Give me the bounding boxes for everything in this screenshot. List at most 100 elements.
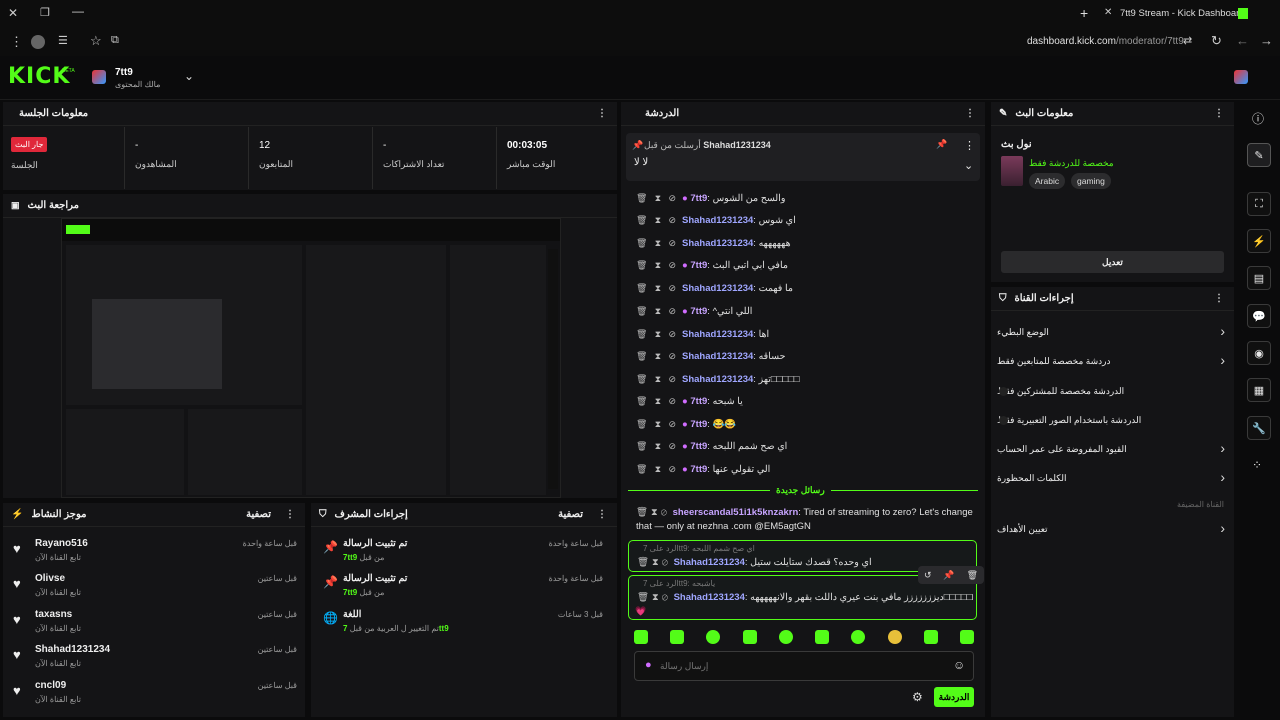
kebab-icon[interactable]: ⋮ xyxy=(597,509,607,520)
action-goals[interactable]: تعيين الأهداف › xyxy=(997,520,1225,540)
chat-message[interactable]: 🗑 ⧗ ⊘ ● 7tt9: اي صح شمم اللبحه xyxy=(636,437,976,455)
kebab-icon[interactable]: ⋮ xyxy=(597,108,607,119)
filter-button[interactable]: تصفية xyxy=(558,509,583,520)
message-action-bar[interactable]: ↺ 📌 🗑 xyxy=(918,566,984,584)
chat-username[interactable]: 7tt9 xyxy=(690,193,707,204)
chat-username[interactable]: Shahad1231234 xyxy=(682,215,753,226)
chat-username[interactable]: sheerscandal51i1k5knzakrn xyxy=(673,507,799,518)
extension-icon[interactable]: ⧉ xyxy=(111,34,119,47)
message-tools[interactable]: 🗑⧗⊘ xyxy=(636,464,682,475)
emote-icon[interactable] xyxy=(851,630,866,644)
chat-username[interactable]: Shahad1231234 xyxy=(682,374,753,385)
new-tab-icon[interactable]: + xyxy=(1080,5,1088,21)
emote-icon[interactable] xyxy=(634,630,648,644)
message-tools[interactable]: 🗑⧗⊘ xyxy=(636,283,682,294)
chat-message[interactable]: 🗑 ⧗ ⊘ ● 7tt9: ^اللي انتي xyxy=(636,302,976,320)
message-tools[interactable]: 🗑⧗⊘ xyxy=(637,592,671,603)
emote-icon[interactable] xyxy=(923,630,938,644)
chat-username[interactable]: Shahad1231234 xyxy=(674,557,745,568)
chat-message[interactable]: 🗑 ⧗ ⊘ Shahad1231234: ما فهمت xyxy=(636,279,976,297)
chevron-down-icon[interactable]: ⌄ xyxy=(964,159,973,172)
chat-bubble-icon[interactable]: 💬 xyxy=(1247,304,1271,328)
minimize-icon[interactable]: — xyxy=(72,4,84,18)
info-icon[interactable]: ⓘ xyxy=(1252,110,1264,127)
chat-message[interactable]: 🗑 ⧗ ⊘ Shahad1231234: اي شوس xyxy=(636,211,976,229)
message-tools[interactable]: 🗑⧗⊘ xyxy=(636,306,682,317)
chat-message[interactable]: 🗑 ⧗ ⊘ Shahad1231234: ههههههه xyxy=(636,234,976,252)
message-tools[interactable]: 🗑⧗⊘ xyxy=(636,441,682,452)
reload-icon[interactable]: ↻ xyxy=(1211,33,1222,49)
site-settings-icon[interactable]: ⇄ xyxy=(1183,34,1192,47)
edit-stream-button[interactable]: تعديل xyxy=(1001,251,1224,273)
kebab-icon[interactable]: ⋮ xyxy=(1214,293,1224,304)
action-banned-words[interactable]: الكلمات المحظورة › xyxy=(997,469,1225,489)
chat-username[interactable]: Shahad1231234 xyxy=(682,351,753,362)
category-name[interactable]: مخصصة للدردشة فقط xyxy=(1029,158,1114,169)
message-tools[interactable]: 🗑⧗⊘ xyxy=(636,374,682,385)
mod-user[interactable]: 7tt9 xyxy=(343,553,357,562)
profile-icon[interactable] xyxy=(31,35,45,49)
activity-name[interactable]: Olivse xyxy=(35,573,65,584)
chat-input[interactable] xyxy=(660,656,922,676)
chat-username[interactable]: Shahad1231234 xyxy=(682,329,753,340)
chat-message[interactable]: 🗑 ⧗ ⊘ Shahad1231234: اها xyxy=(636,325,976,343)
chat-username[interactable]: 7tt9 xyxy=(690,419,707,430)
restore-icon[interactable]: ❐ xyxy=(40,6,50,19)
message-tools[interactable]: 🗑⧗⊘ xyxy=(636,329,682,340)
unpin-icon[interactable]: 📌 xyxy=(936,139,947,150)
forward-icon[interactable]: → xyxy=(1260,33,1273,48)
action-slow-mode[interactable]: الوضع البطيء › xyxy=(997,323,1225,343)
close-icon[interactable]: ✕ xyxy=(8,6,18,20)
mod-user[interactable]: 7tt9 xyxy=(343,588,357,597)
message-tools[interactable]: 🗑⧗⊘ xyxy=(637,557,671,568)
chat-username[interactable]: 7tt9 xyxy=(690,306,707,317)
tab-search-icon[interactable]: ☰ xyxy=(58,34,68,47)
emote-icon[interactable] xyxy=(670,630,685,644)
kebab-icon[interactable]: ⋮ xyxy=(965,108,975,119)
user-avatar[interactable] xyxy=(1234,70,1248,84)
kebab-icon[interactable]: ⋮ xyxy=(1214,108,1224,119)
delete-icon[interactable]: 🗑 xyxy=(967,570,978,581)
stream-preview-video[interactable] xyxy=(61,218,561,498)
message-tools[interactable]: 🗑⧗⊘ xyxy=(636,419,682,430)
activity-name[interactable]: Rayano516 xyxy=(35,538,88,549)
emote-icon[interactable] xyxy=(815,630,830,644)
dots-icon[interactable]: ⁘ xyxy=(1252,458,1262,472)
emote-icon[interactable] xyxy=(778,630,793,644)
activity-name[interactable]: taxasns xyxy=(35,609,72,620)
focus-icon[interactable]: ⛶ xyxy=(1247,192,1271,216)
chat-username[interactable]: Shahad1231234 xyxy=(682,283,753,294)
url-bar[interactable]: dashboard.kick.com/moderator/7tt9 xyxy=(1027,36,1184,47)
chat-message[interactable]: 🗑 ⧗ ⊘ ● 7tt9: يا شبحه xyxy=(636,392,976,410)
emote-icon[interactable] xyxy=(706,630,721,644)
chat-username[interactable]: 7tt9 xyxy=(690,441,707,452)
activity-name[interactable]: cncl09 xyxy=(35,680,66,691)
chat-message[interactable]: 🗑 ⧗ ⊘ Shahad1231234: حساقه xyxy=(636,347,976,365)
menu-icon[interactable]: ⋮ xyxy=(10,34,23,50)
message-tools[interactable]: 🗑⧗⊘ xyxy=(636,351,682,362)
message-tools[interactable]: 🗑⧗⊘ xyxy=(636,215,682,226)
message-tools[interactable]: 🗑⧗⊘ xyxy=(636,238,682,249)
send-chat-button[interactable]: الدردشة xyxy=(934,687,974,707)
message-tools[interactable]: 🗑⧗⊘ xyxy=(636,396,682,407)
message-tools[interactable]: 🗑⧗⊘ xyxy=(636,260,682,271)
message-tools[interactable]: 🗑⧗⊘ xyxy=(636,193,682,204)
browser-tab-title[interactable]: 7tt9 Stream - Kick Dashboard xyxy=(1120,8,1245,19)
lightning-icon[interactable]: ⚡ xyxy=(1247,229,1271,253)
filter-button[interactable]: تصفية xyxy=(246,509,271,520)
chat-username[interactable]: Shahad1231234 xyxy=(674,592,745,603)
emote-icon[interactable] xyxy=(887,630,902,644)
chat-message[interactable]: 🗑 ⧗ ⊘ ● 7tt9: والسح من الشوس xyxy=(636,189,976,207)
mic-icon[interactable]: ● xyxy=(645,659,652,671)
channel-avatar[interactable] xyxy=(92,70,106,84)
reply-icon[interactable]: ↺ xyxy=(924,570,932,581)
bookmark-icon[interactable]: ☆ xyxy=(90,33,102,49)
pencil-icon[interactable]: ✎ xyxy=(1247,143,1271,167)
chat-username[interactable]: 7tt9 xyxy=(690,396,707,407)
pin-icon[interactable]: 📌 xyxy=(943,570,954,581)
kebab-icon[interactable]: ⋮ xyxy=(964,139,975,152)
tab-close-icon[interactable]: ✕ xyxy=(1104,7,1112,18)
pinned-message[interactable]: 📌 أرسلت من قبل Shahad1231234 لا لا 📌 ⋮ ⌄ xyxy=(626,133,980,181)
chat-message[interactable]: 🗑 ⧗ ⊘ Shahad1231234: تهز□□□□□ xyxy=(636,370,976,388)
emote-icon[interactable] xyxy=(742,630,757,644)
